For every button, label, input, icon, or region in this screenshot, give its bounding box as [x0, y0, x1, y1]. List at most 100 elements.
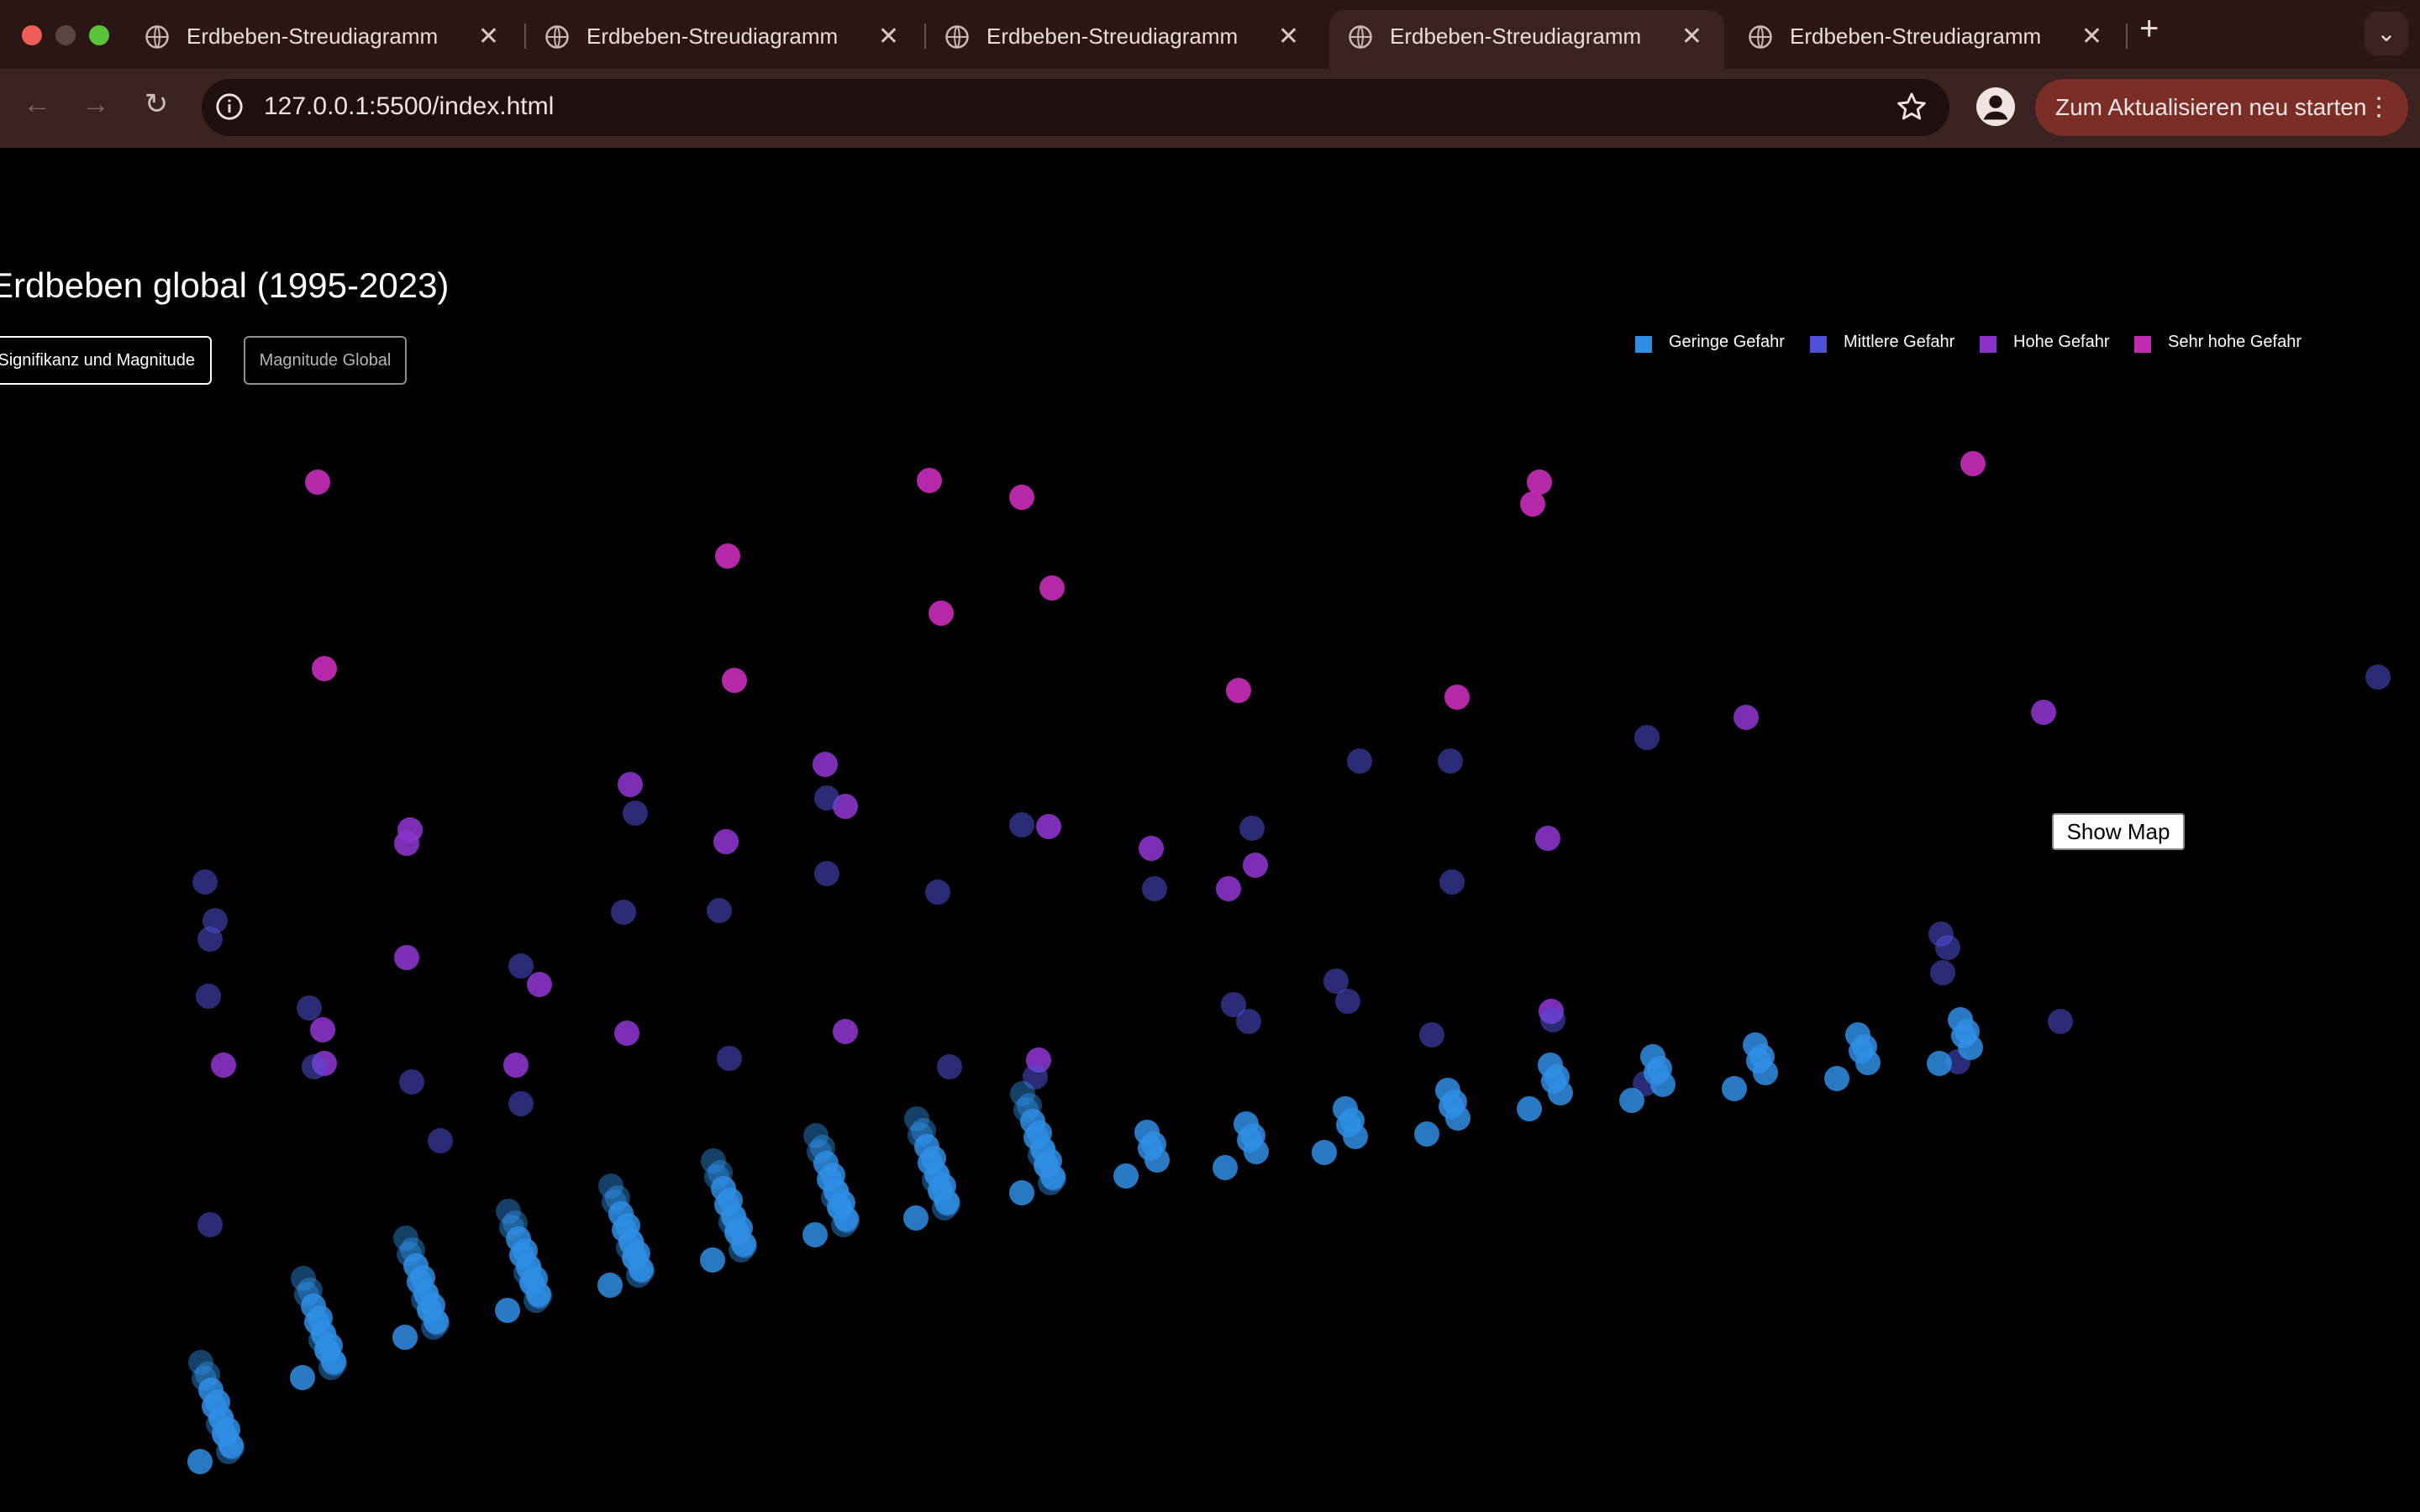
globe-icon: [945, 25, 969, 49]
scatter-point: [903, 1205, 929, 1231]
significance-magnitude-button[interactable]: Signifikanz und Magnitude: [0, 336, 212, 385]
bookmark-star-icon[interactable]: [1896, 91, 1928, 123]
scatter-point: [1009, 812, 1034, 837]
scatter-point: [399, 1069, 424, 1095]
scatter-point: [1948, 1007, 1973, 1032]
reload-button[interactable]: ↻: [138, 86, 175, 123]
zoom-window-button[interactable]: [89, 25, 109, 45]
browser-tab[interactable]: Erdbeben-Streudiagramm ✕: [526, 10, 921, 69]
scatter-point: [312, 656, 337, 681]
legend-swatch: [1980, 336, 1996, 353]
scatter-point: [503, 1053, 529, 1078]
scatter-point: [937, 1054, 962, 1079]
site-info-icon[interactable]: [215, 92, 244, 121]
scatter-point: [718, 1210, 744, 1235]
close-window-button[interactable]: [22, 25, 42, 45]
legend-label: Sehr hohe Gefahr: [2168, 333, 2302, 351]
scatter-point: [1036, 814, 1061, 839]
minimize-window-button[interactable]: [55, 25, 76, 45]
scatter-point: [2365, 664, 2391, 690]
scatter-point: [597, 1273, 623, 1298]
legend-swatch: [1810, 336, 1827, 353]
scatter-point: [297, 995, 322, 1021]
scatter-point: [1333, 1096, 1358, 1121]
scatter-point: [713, 829, 739, 854]
scatter-point: [813, 752, 838, 777]
browser-tab[interactable]: Erdbeben-Streudiagramm ✕: [1729, 10, 2124, 69]
scatter-point: [305, 470, 330, 495]
scatter-point: [290, 1365, 315, 1390]
scatter-point: [1845, 1022, 1870, 1047]
scatter-point: [1239, 816, 1265, 841]
scatter-point: [197, 1212, 223, 1237]
scatter-point: [495, 1298, 520, 1323]
scatter-point: [814, 861, 839, 886]
scatter-point: [821, 1184, 846, 1210]
scatter-point: [833, 1019, 858, 1044]
close-tab-icon[interactable]: ✕: [2081, 22, 2102, 51]
scatter-point: [614, 1021, 639, 1046]
scatter-point: [310, 1017, 335, 1042]
tab-strip: Erdbeben-Streudiagramm ✕ Erdbeben-Streud…: [0, 0, 2420, 69]
scatter-point: [1438, 748, 1463, 774]
close-tab-icon[interactable]: ✕: [1681, 22, 1702, 51]
forward-button[interactable]: →: [77, 86, 114, 123]
scatter-point: [803, 1123, 829, 1148]
browser-tab-active[interactable]: Erdbeben-Streudiagramm ✕: [1329, 10, 1724, 69]
scatter-point: [192, 869, 218, 895]
scatter-point: [392, 1325, 418, 1350]
scatter-point: [394, 945, 419, 970]
scatter-point: [1444, 685, 1470, 710]
browser-chrome: Erdbeben-Streudiagramm ✕ Erdbeben-Streud…: [0, 0, 2420, 148]
magnitude-global-button[interactable]: Magnitude Global: [244, 336, 407, 385]
scatter-point: [1347, 748, 1372, 774]
scatter-point: [904, 1106, 929, 1131]
close-tab-icon[interactable]: ✕: [478, 22, 499, 51]
tab-title: Erdbeben-Streudiagramm: [587, 24, 839, 49]
close-tab-icon[interactable]: ✕: [878, 22, 899, 51]
scatter-point: [611, 900, 636, 925]
new-tab-button[interactable]: +: [2139, 10, 2159, 48]
scatter-point: [929, 601, 954, 626]
scatter-point: [618, 772, 643, 797]
profile-avatar[interactable]: [1976, 87, 2015, 126]
scatter-point: [1439, 869, 1465, 895]
browser-tab[interactable]: Erdbeben-Streudiagramm ✕: [126, 10, 521, 69]
legend-label: Hohe Gefahr: [2013, 333, 2110, 351]
chevron-down-icon: ⌄: [2376, 20, 2396, 46]
globe-icon: [145, 25, 169, 49]
scatter-point: [925, 879, 950, 905]
scatter-point: [1935, 935, 1960, 960]
legend-swatch: [1635, 336, 1652, 353]
more-menu-icon[interactable]: ⋮: [2366, 79, 2391, 136]
globe-icon: [1749, 25, 1772, 49]
scatter-point: [700, 1247, 725, 1273]
scatter-point: [623, 801, 648, 826]
restart-to-update-button[interactable]: Zum Aktualisieren neu starten ⋮: [2035, 79, 2408, 136]
scatter-point: [802, 1222, 828, 1247]
scatter-point: [1930, 960, 1955, 985]
scatter-point: [1134, 1120, 1160, 1145]
show-map-button[interactable]: Show Map: [2052, 813, 2185, 850]
scatter-point: [1435, 1078, 1460, 1103]
legend-swatch: [2134, 336, 2151, 353]
globe-icon: [1349, 25, 1372, 49]
scatter-point: [1634, 725, 1660, 750]
scatter-point: [411, 1287, 436, 1312]
scatter-point: [291, 1266, 316, 1291]
legend-label: Geringe Gefahr: [1669, 333, 1785, 351]
tab-separator: [2126, 24, 2128, 49]
scatter-point: [206, 1411, 231, 1436]
tab-search-button[interactable]: ⌄: [2365, 12, 2408, 55]
scatter-point: [1535, 826, 1560, 851]
scatter-point: [508, 953, 534, 979]
scatter-point: [211, 1053, 236, 1078]
scatter-point: [1527, 470, 1552, 495]
scatter-point: [2048, 1009, 2073, 1034]
close-tab-icon[interactable]: ✕: [1278, 22, 1299, 51]
browser-tab[interactable]: Erdbeben-Streudiagramm ✕: [926, 10, 1321, 69]
scatter-point: [1243, 853, 1268, 878]
back-button[interactable]: ←: [18, 86, 55, 123]
url-text[interactable]: 127.0.0.1:5500/index.html: [264, 92, 554, 121]
scatter-point: [1520, 491, 1545, 517]
